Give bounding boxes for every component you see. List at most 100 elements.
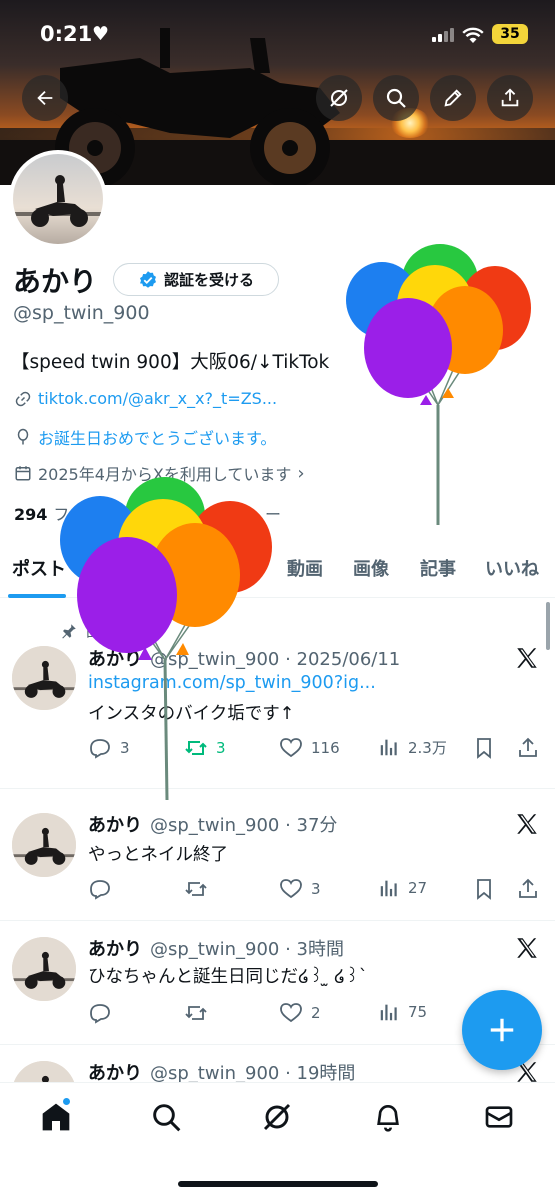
post-link[interactable]: instagram.com/sp_twin_900?ig...	[88, 673, 376, 693]
followers-label-tail: ー	[265, 505, 282, 524]
post-handle-time: @sp_twin_900 · 3時間	[150, 939, 344, 960]
battery-indicator: 35	[492, 24, 528, 44]
like-button[interactable]: 116	[279, 736, 340, 760]
reply-icon	[90, 739, 110, 759]
post-header: あかり @sp_twin_900 · 2025/06/11	[88, 645, 400, 671]
grok-button[interactable]	[316, 75, 362, 121]
website-link-text[interactable]: tiktok.com/@akr_x_x?_t=ZS...	[38, 389, 277, 408]
chevron-right-icon: ›	[297, 462, 305, 484]
grok-icon	[263, 1103, 291, 1131]
nav-messages[interactable]	[481, 1099, 517, 1135]
x-logo-icon[interactable]	[514, 645, 540, 671]
avatar-photo	[12, 813, 76, 877]
get-verified-button[interactable]: 認証を受ける	[113, 263, 279, 296]
status-time: 0:21	[40, 22, 93, 46]
status-bar: 0:21 ♥ 35	[0, 22, 555, 52]
wifi-icon	[462, 27, 484, 43]
nav-grok[interactable]	[259, 1099, 295, 1135]
tab-videos[interactable]: 動画	[287, 555, 323, 581]
x-logo-icon[interactable]	[514, 811, 540, 837]
home-indicator[interactable]	[178, 1181, 378, 1187]
bookmark-icon[interactable]	[472, 877, 496, 901]
cellular-signal-icon	[432, 28, 454, 42]
birthday-balloons-top	[346, 244, 531, 525]
tab-posts[interactable]: ポスト	[12, 555, 66, 581]
profile-website[interactable]: tiktok.com/@akr_x_x?_t=ZS...	[14, 389, 277, 408]
views-chart-icon	[380, 880, 397, 897]
post-author-name[interactable]: あかり	[88, 939, 142, 960]
avatar-photo	[12, 937, 76, 1001]
like-button[interactable]: 3	[279, 877, 321, 901]
tab-articles[interactable]: 記事	[420, 555, 456, 581]
reply-icon	[90, 1004, 110, 1024]
post-text: やっとネイル終了	[88, 845, 228, 865]
search-icon	[386, 88, 406, 108]
following-label: フ	[53, 505, 70, 524]
search-button[interactable]	[373, 75, 419, 121]
heart-outline-icon	[280, 879, 302, 899]
post-actions: 3 27	[88, 877, 548, 903]
profile-tabs: ポスト 動画 画像 記事 いいね	[0, 540, 555, 598]
views-button[interactable]: 2.3万	[378, 736, 447, 758]
reply-button[interactable]	[88, 877, 120, 901]
nav-notifications[interactable]	[370, 1099, 406, 1135]
x-logo-icon[interactable]	[514, 935, 540, 961]
post-text: ひなちゃんと誕生日同じだ໒꒱ ̫ ໒꒱`	[88, 967, 368, 987]
post-avatar[interactable]	[12, 937, 76, 1001]
compose-post-button[interactable]	[462, 990, 542, 1070]
scrollbar-thumb[interactable]	[546, 602, 550, 650]
repost-icon	[185, 1006, 207, 1020]
bookmark-icon[interactable]	[472, 736, 496, 760]
follow-counts[interactable]: 294 フ ー	[14, 501, 281, 525]
post-author-name[interactable]: あかり	[88, 649, 142, 670]
profile-name: あかり	[13, 265, 98, 298]
profile-joined[interactable]: 2025年4月からXを利用しています ›	[14, 461, 305, 485]
reply-icon	[90, 880, 110, 900]
tab-likes[interactable]: いいね	[485, 555, 539, 581]
post-handle-time: @sp_twin_900 · 2025/06/11	[150, 649, 401, 670]
avatar-photo	[13, 154, 103, 244]
joined-text: 2025年4月からXを利用しています	[38, 465, 292, 484]
views-chart-icon	[380, 1004, 397, 1021]
repost-count: 3	[216, 739, 226, 757]
repost-button[interactable]: 3	[184, 736, 226, 760]
views-button[interactable]: 27	[378, 877, 427, 899]
views-button[interactable]: 75	[378, 1001, 427, 1023]
post-item[interactable]: あかり @sp_twin_900 · 37分 やっとネイル終了 3 27	[0, 789, 555, 921]
repost-button[interactable]	[184, 877, 216, 901]
share-icon[interactable]	[516, 877, 540, 901]
post-handle-time: @sp_twin_900 · 19時間	[150, 1063, 356, 1084]
edit-profile-button[interactable]	[430, 75, 476, 121]
reply-button[interactable]: 3	[88, 736, 130, 760]
back-button[interactable]	[22, 75, 68, 121]
grok-icon	[330, 89, 348, 107]
view-count: 27	[408, 879, 428, 897]
balloon-icon	[17, 428, 29, 445]
reply-button[interactable]	[88, 1001, 120, 1025]
post-avatar[interactable]	[12, 646, 76, 710]
view-count: 2.3万	[408, 738, 447, 757]
bell-icon	[377, 1105, 399, 1132]
post-author-name[interactable]: あかり	[88, 1063, 142, 1084]
post-author-name[interactable]: あかり	[88, 815, 142, 836]
share-button[interactable]	[487, 75, 533, 121]
tab-images[interactable]: 画像	[353, 555, 389, 581]
post-header: あかり @sp_twin_900 · 3時間	[88, 935, 344, 961]
share-upload-icon	[501, 88, 519, 107]
like-button[interactable]: 2	[279, 1001, 321, 1025]
views-chart-icon	[380, 739, 397, 756]
view-count: 75	[408, 1003, 428, 1021]
repost-icon	[185, 882, 207, 896]
post-avatar[interactable]	[12, 813, 76, 877]
share-icon[interactable]	[516, 736, 540, 760]
profile-avatar[interactable]	[9, 150, 107, 248]
avatar-photo	[12, 646, 76, 710]
nav-search[interactable]	[148, 1099, 184, 1135]
verified-badge-icon	[139, 270, 156, 288]
search-icon	[153, 1104, 181, 1132]
post-text: インスタのバイク垢です↑	[88, 704, 295, 724]
heart-icon: ♥	[92, 23, 110, 45]
repost-button[interactable]	[184, 1001, 216, 1025]
like-count: 2	[311, 1004, 321, 1022]
post-pinned[interactable]: あかり @sp_twin_900 · 2025/06/11 instagram.c…	[0, 600, 555, 789]
